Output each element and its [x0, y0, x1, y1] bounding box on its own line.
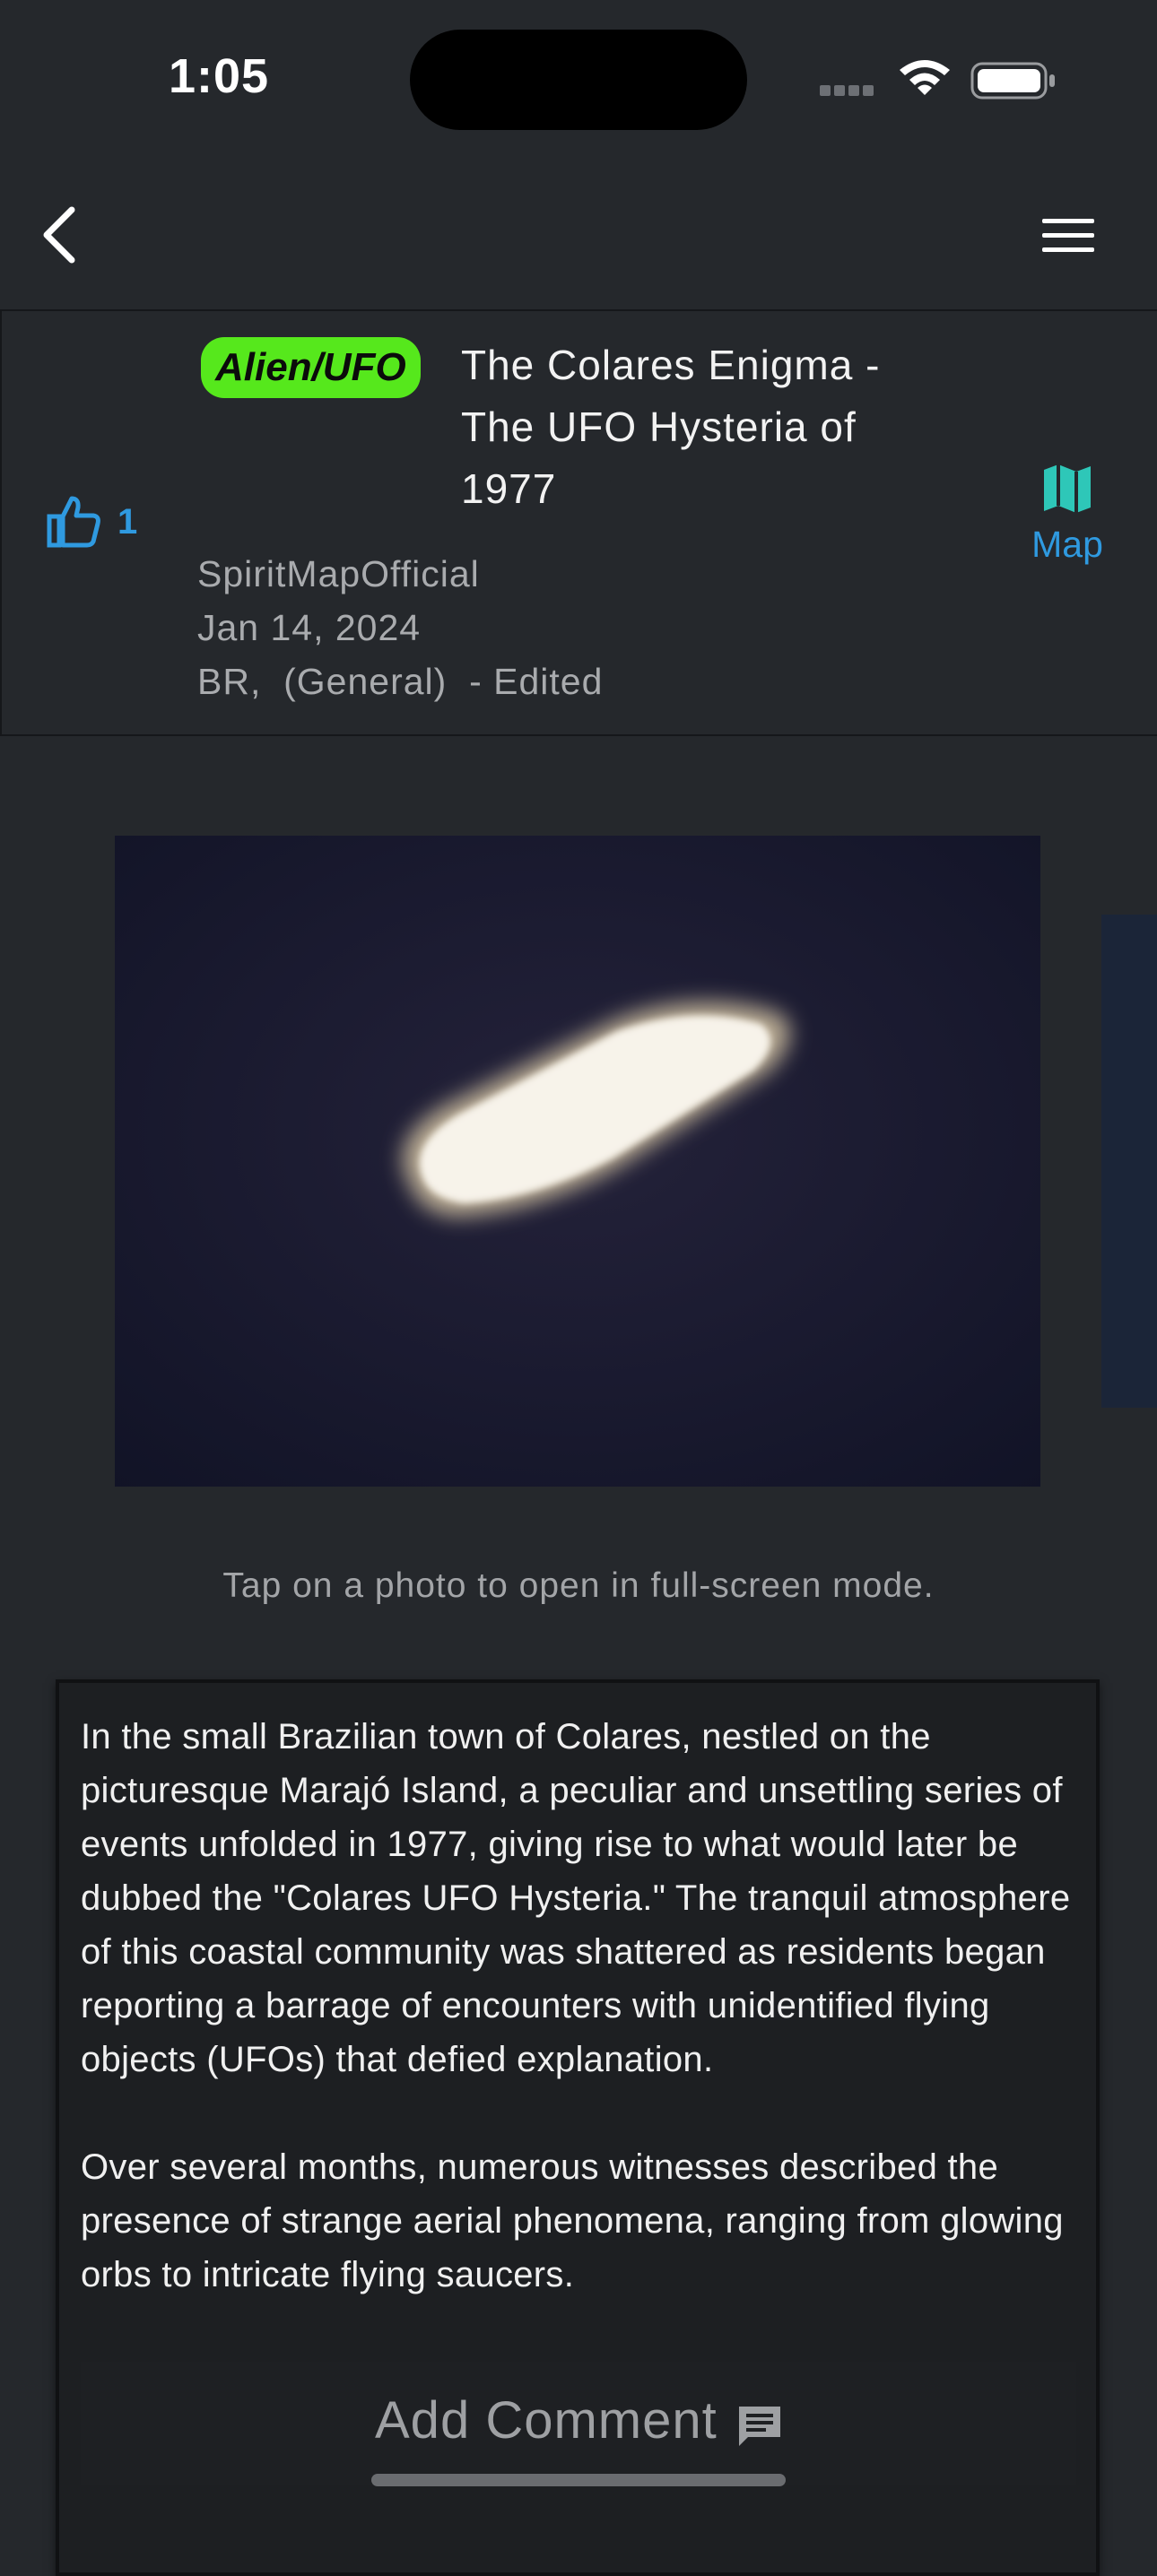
cellular-signal-icon — [820, 84, 883, 96]
post-location: BR, (General) - Edited — [197, 661, 604, 702]
menu-button[interactable] — [1037, 210, 1100, 260]
post-author[interactable]: SpiritMapOfficial — [197, 553, 480, 595]
map-icon — [1044, 464, 1091, 513]
chevron-left-icon — [43, 206, 75, 264]
map-button[interactable]: Map — [1015, 463, 1119, 579]
next-photo-preview[interactable] — [1101, 915, 1157, 1408]
map-label: Map — [1031, 524, 1103, 565]
post-title: The Colares Enigma - The UFO Hysteria of… — [461, 342, 881, 512]
like-count: 1 — [117, 502, 138, 542]
thumbs-up-icon — [47, 496, 100, 548]
hamburger-menu-icon — [1042, 219, 1094, 252]
category-badge: Alien/UFO — [201, 337, 421, 398]
like-button[interactable] — [45, 491, 104, 551]
status-time: 1:05 — [169, 49, 270, 103]
home-indicator — [371, 2474, 786, 2486]
back-button[interactable] — [32, 199, 93, 271]
photo-hint: Tap on a photo to open in full-screen mo… — [222, 1566, 935, 1605]
add-comment-button[interactable]: Add Comment — [81, 2362, 1076, 2485]
battery-icon — [970, 61, 1057, 100]
wifi-icon — [897, 59, 953, 99]
dynamic-island — [410, 30, 747, 130]
post-date: Jan 14, 2024 — [197, 607, 422, 648]
post-photo[interactable] — [115, 836, 1040, 1487]
add-comment-label: Add Comment — [375, 2391, 718, 2450]
comment-icon — [739, 2407, 780, 2446]
post-description: In the small Brazilian town of Colares, … — [81, 1717, 1071, 2294]
